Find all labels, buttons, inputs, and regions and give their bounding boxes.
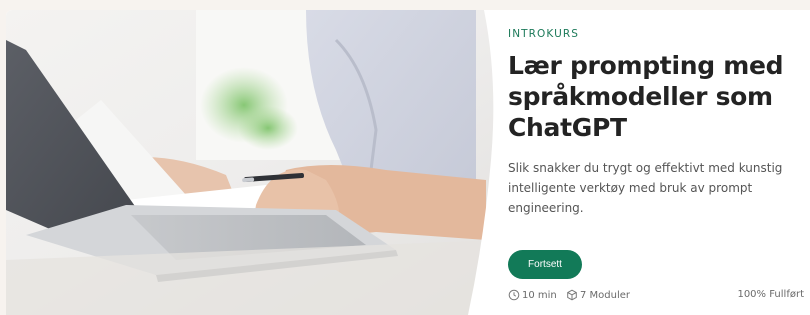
course-card: INTROKURS Lær prompting med språkmodelle… (6, 10, 810, 315)
course-meta: 10 min 7 Moduler 100% Fullført (508, 289, 804, 305)
modules-text: 7 Moduler (580, 289, 631, 301)
cube-icon (566, 289, 578, 301)
continue-button[interactable]: Fortsett (508, 250, 582, 279)
clock-icon (508, 289, 520, 301)
course-modules: 7 Moduler (566, 289, 630, 301)
course-title: Lær prompting med språkmodeller som Chat… (508, 51, 784, 142)
course-progress: 100% Fullført (737, 289, 804, 300)
course-content: INTROKURS Lær prompting med språkmodelle… (508, 10, 808, 315)
course-cover-image (6, 10, 498, 315)
course-description: Slik snakker du trygt og effektivt med k… (508, 161, 783, 215)
course-duration: 10 min (508, 289, 557, 301)
course-type-label: INTROKURS (508, 28, 580, 40)
duration-text: 10 min (522, 289, 557, 301)
